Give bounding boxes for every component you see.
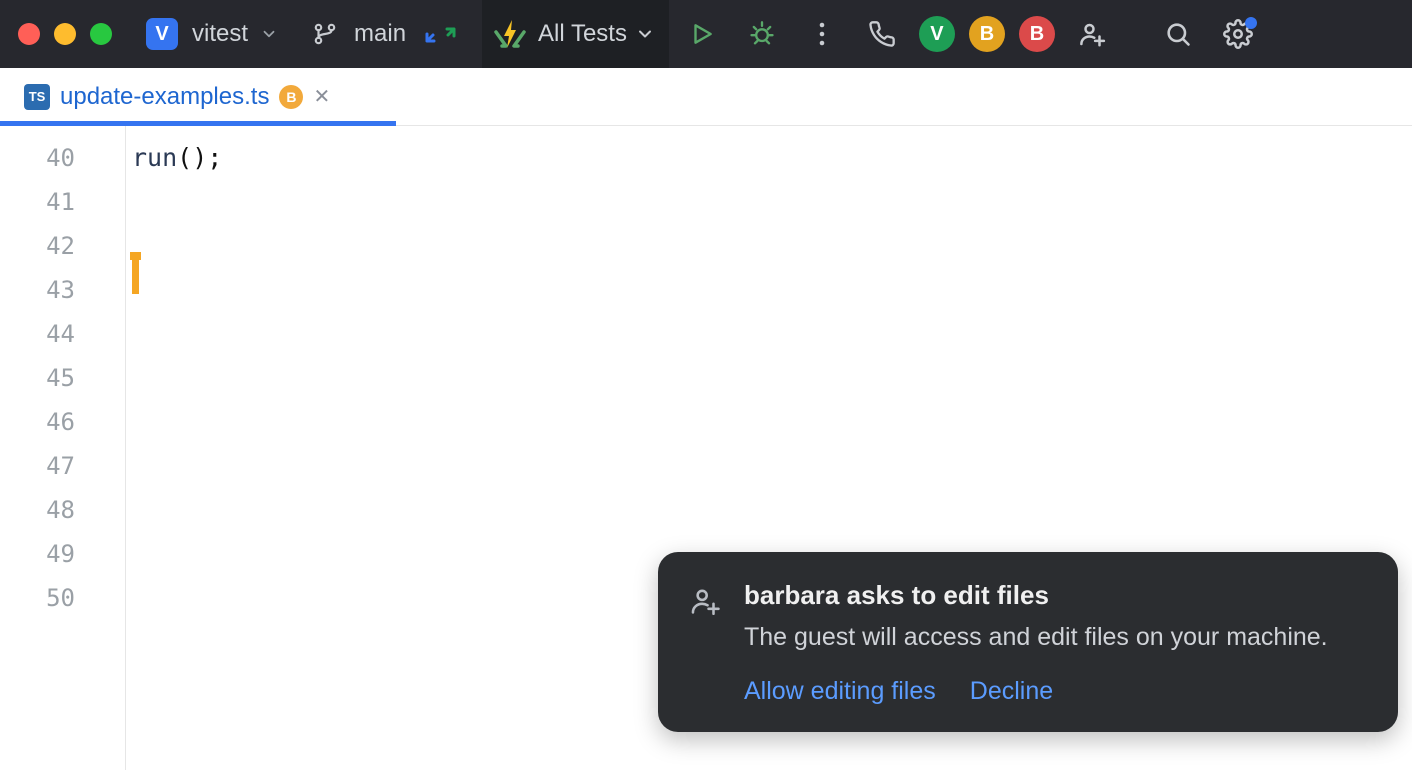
permission-notification: barbara asks to edit files The guest wil… [658, 552, 1398, 732]
run-config-selector[interactable]: All Tests [482, 0, 669, 68]
decline-button[interactable]: Decline [970, 677, 1053, 706]
main-toolbar: V vitest main All Tests [0, 0, 1412, 68]
code-with-me-call-icon[interactable] [859, 11, 905, 57]
zoom-window[interactable] [90, 23, 112, 45]
minimize-window[interactable] [54, 23, 76, 45]
code-line: run(); [132, 136, 1412, 180]
collaborator-caret [132, 258, 139, 294]
project-badge[interactable]: V [146, 18, 178, 50]
code-token-fn: run [132, 143, 177, 172]
line-number: 45 [0, 356, 125, 400]
add-user-icon [688, 584, 722, 706]
notification-body: barbara asks to edit files The guest wil… [744, 580, 1364, 706]
allow-editing-button[interactable]: Allow editing files [744, 677, 936, 706]
notification-title: barbara asks to edit files [744, 580, 1364, 611]
window-controls [18, 23, 112, 45]
editor-tabs: TS update-examples.ts B ✕ [0, 68, 1412, 126]
line-number: 46 [0, 400, 125, 444]
debug-button[interactable] [739, 11, 785, 57]
line-number: 50 [0, 576, 125, 620]
line-number-gutter: 40 41 42 43 44 45 46 47 48 49 50 [0, 126, 126, 770]
incoming-outgoing-icon[interactable] [422, 21, 462, 47]
add-user-button[interactable] [1069, 11, 1115, 57]
collaborator-avatar-2[interactable]: B [969, 16, 1005, 52]
line-number: 44 [0, 312, 125, 356]
tab-file-name: update-examples.ts [60, 83, 269, 111]
collaborator-avatar-3[interactable]: B [1019, 16, 1055, 52]
tab-close-icon[interactable]: ✕ [313, 84, 330, 109]
settings-button[interactable] [1215, 11, 1261, 57]
line-number: 49 [0, 532, 125, 576]
run-button[interactable] [679, 11, 725, 57]
run-config-chevron-icon [635, 24, 655, 44]
branch-name[interactable]: main [354, 20, 406, 48]
tab-status-badge: B [279, 85, 303, 109]
branch-icon[interactable] [312, 21, 338, 47]
line-number: 47 [0, 444, 125, 488]
more-actions-button[interactable] [799, 11, 845, 57]
line-number: 43 [0, 268, 125, 312]
line-number: 40 [0, 136, 125, 180]
typescript-file-icon: TS [24, 84, 50, 110]
notification-actions: Allow editing files Decline [744, 677, 1364, 706]
code-token-call: (); [177, 143, 222, 172]
project-name[interactable]: vitest [192, 20, 248, 48]
collaborator-avatar-1[interactable]: V [919, 16, 955, 52]
settings-update-dot-icon [1245, 17, 1257, 29]
notification-description: The guest will access and edit files on … [744, 621, 1364, 655]
editor-tab-active[interactable]: TS update-examples.ts B ✕ [14, 68, 340, 125]
line-number: 42 [0, 224, 125, 268]
close-window[interactable] [18, 23, 40, 45]
run-config-vitest-icon [492, 16, 528, 52]
line-number: 41 [0, 180, 125, 224]
search-button[interactable] [1155, 11, 1201, 57]
run-config-name: All Tests [538, 20, 627, 48]
line-number: 48 [0, 488, 125, 532]
project-chevron-icon[interactable] [260, 25, 278, 43]
